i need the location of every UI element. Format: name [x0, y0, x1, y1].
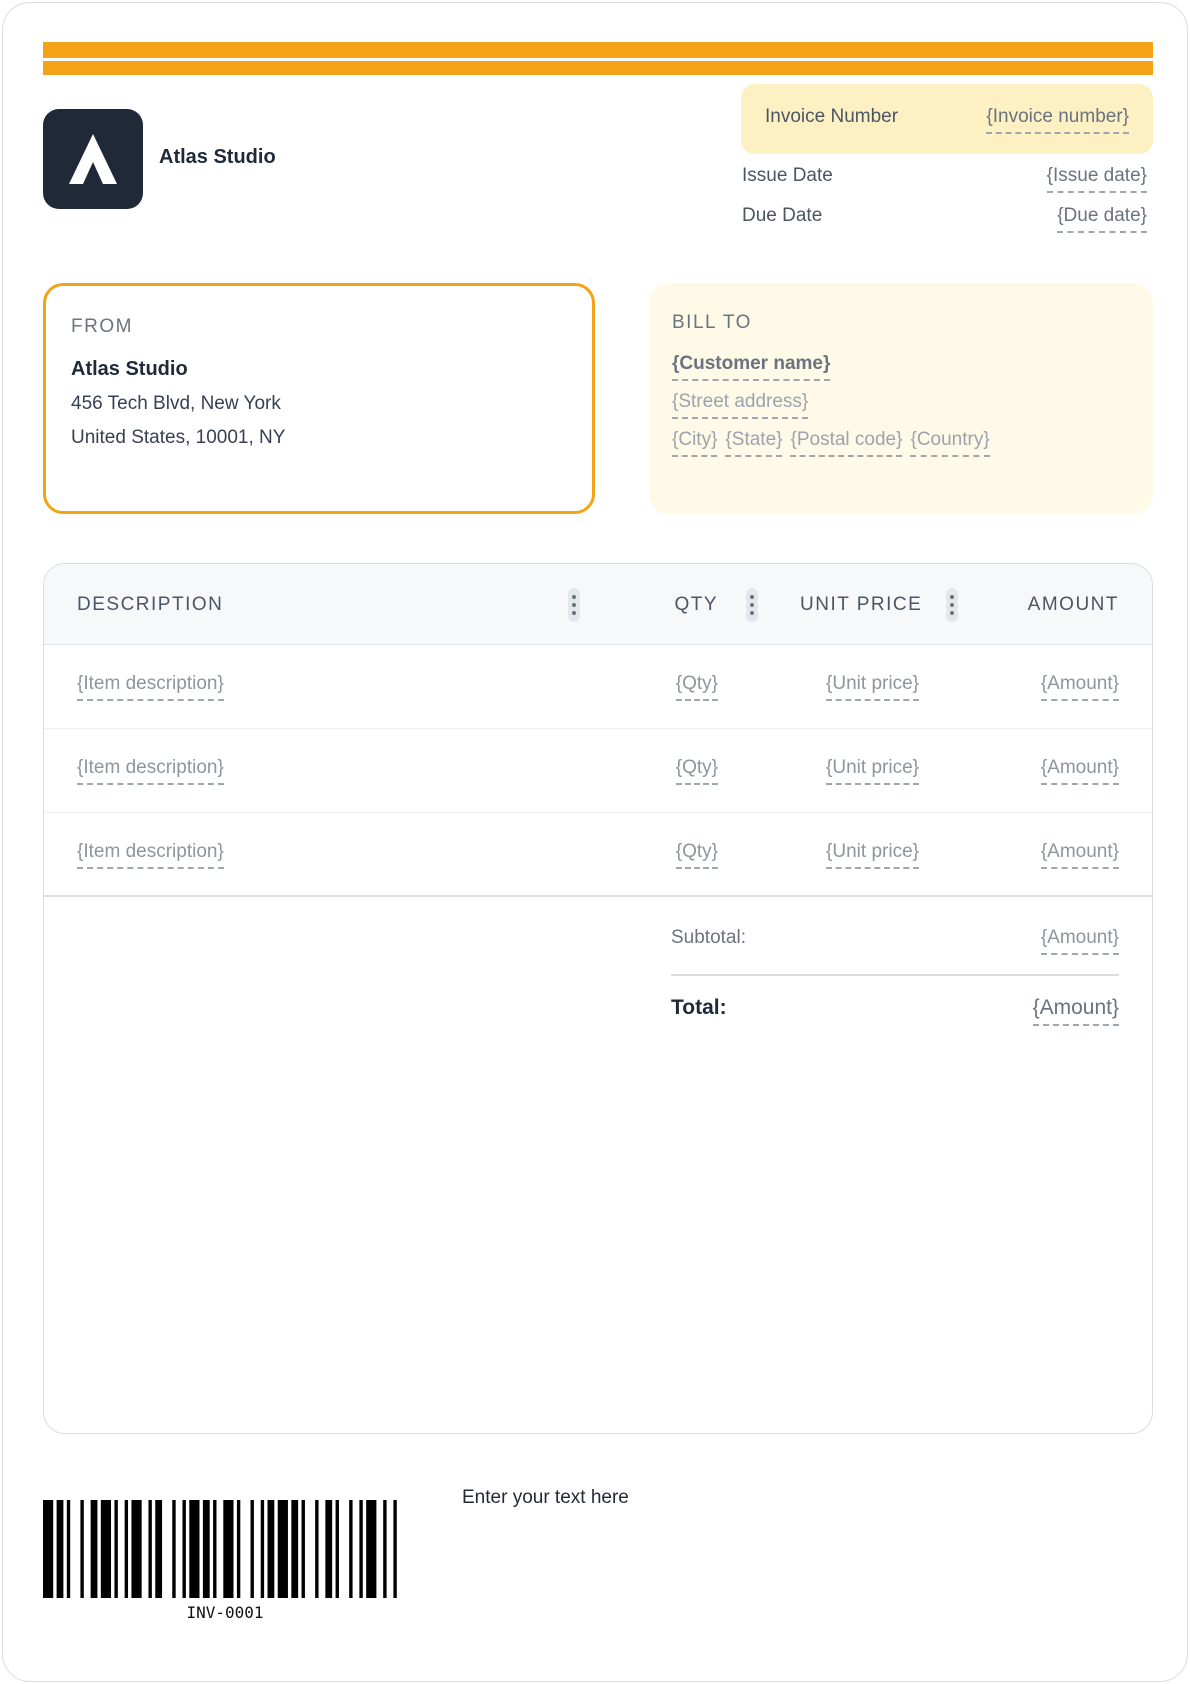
barcode-bar: [124, 1500, 129, 1598]
item-qty-field[interactable]: {Qty}: [675, 841, 718, 869]
barcode-bar: [43, 1500, 54, 1598]
item-amount-field[interactable]: {Amount}: [1040, 673, 1119, 701]
customer-name-field[interactable]: {Customer name}: [672, 353, 831, 381]
barcode-bar: [155, 1500, 163, 1598]
barcode-bar: [250, 1500, 254, 1598]
barcode-bar: [100, 1500, 112, 1598]
header-stripe-bottom: [43, 61, 1153, 75]
column-menu-icon[interactable]: [568, 588, 580, 622]
barcode-bar: [277, 1500, 288, 1598]
table-row: {Item description} {Qty} {Unit price} {A…: [44, 645, 1152, 729]
barcode-bar: [114, 1500, 118, 1598]
from-title: FROM: [71, 316, 133, 337]
barcode-bar: [349, 1500, 353, 1598]
city-field[interactable]: {City}: [672, 429, 718, 457]
header-unit-price: UNIT PRICE: [800, 594, 923, 615]
total-field[interactable]: {Amount}: [1032, 996, 1119, 1026]
items-table: DESCRIPTION QTY UNIT PRICE AMOUNT {Item …: [43, 563, 1153, 1434]
from-address-line2: United States, 10001, NY: [71, 427, 286, 448]
street-address-field[interactable]: {Street address}: [672, 391, 809, 419]
header-qty: QTY: [674, 594, 718, 615]
footer-note[interactable]: Enter your text here: [462, 1487, 629, 1509]
invoice-number-label: Invoice Number: [765, 106, 899, 127]
due-date-label: Due Date: [742, 205, 823, 226]
barcode-bar: [213, 1500, 217, 1598]
table-row: {Item description} {Qty} {Unit price} {A…: [44, 729, 1152, 813]
bill-to-title: BILL TO: [672, 312, 752, 333]
header-stripe-top: [43, 42, 1153, 58]
item-unit-price-field[interactable]: {Unit price}: [826, 673, 919, 701]
item-unit-price-field[interactable]: {Unit price}: [826, 841, 919, 869]
barcode-bar: [335, 1500, 339, 1598]
barcode-bar: [189, 1500, 200, 1598]
barcode-bar: [80, 1500, 84, 1598]
column-menu-icon[interactable]: [946, 588, 958, 622]
item-description-field[interactable]: {Item description}: [77, 673, 224, 701]
barcode-bar: [301, 1500, 305, 1598]
header-amount: AMOUNT: [1027, 594, 1119, 615]
barcode-bar: [90, 1500, 98, 1598]
barcode-bar: [202, 1500, 210, 1598]
city-line: {City} {State} {Postal code} {Country}: [672, 429, 990, 457]
item-unit-price-field[interactable]: {Unit price}: [826, 757, 919, 785]
country-field[interactable]: {Country}: [910, 429, 990, 457]
postal-code-field[interactable]: {Postal code}: [790, 429, 903, 457]
barcode-bar: [325, 1500, 333, 1598]
item-description-field[interactable]: {Item description}: [77, 841, 224, 869]
barcode-bar: [56, 1500, 64, 1598]
item-amount-field[interactable]: {Amount}: [1040, 757, 1119, 785]
invoice-page: Atlas Studio Invoice Number {Invoice num…: [2, 2, 1188, 1682]
barcode-bar: [182, 1500, 186, 1598]
barcode-bar: [366, 1500, 377, 1598]
table-row: {Item description} {Qty} {Unit price} {A…: [44, 813, 1152, 897]
totals-divider: [671, 974, 1119, 976]
column-menu-icon[interactable]: [746, 588, 758, 622]
from-address-line1: 456 Tech Blvd, New York: [71, 393, 281, 414]
barcode-image: [43, 1500, 397, 1598]
barcode-bar: [383, 1500, 387, 1598]
issue-date-field[interactable]: {Issue date}: [1046, 165, 1147, 193]
item-amount-field[interactable]: {Amount}: [1040, 841, 1119, 869]
barcode-bar: [148, 1500, 152, 1598]
subtotal-field[interactable]: {Amount}: [1040, 927, 1119, 955]
from-section: FROM Atlas Studio 456 Tech Blvd, New Yor…: [43, 283, 595, 514]
barcode-text: INV-0001: [186, 1603, 264, 1622]
barcode-bar: [315, 1500, 319, 1598]
state-field[interactable]: {State}: [725, 429, 783, 457]
due-date-field[interactable]: {Due date}: [1057, 205, 1147, 233]
barcode-bar: [393, 1500, 397, 1598]
brand-name: Atlas Studio: [159, 146, 276, 168]
barcode-bar: [359, 1500, 363, 1598]
bill-to-section: BILL TO {Customer name} {Street address}…: [649, 283, 1153, 514]
barcode-bar: [66, 1500, 71, 1598]
invoice-number-field[interactable]: {Invoice number}: [986, 106, 1129, 134]
barcode-bar: [267, 1500, 275, 1598]
atlas-a-logo-icon: [43, 109, 143, 209]
issue-date-label: Issue Date: [742, 165, 833, 186]
barcode-bar: [291, 1500, 299, 1598]
invoice-number-box: Invoice Number {Invoice number}: [741, 84, 1153, 154]
barcode-bar: [236, 1500, 241, 1598]
barcode-bar: [223, 1500, 234, 1598]
from-company-name: Atlas Studio: [71, 358, 188, 380]
item-qty-field[interactable]: {Qty}: [675, 757, 718, 785]
barcode-bar: [260, 1500, 265, 1598]
subtotal-label: Subtotal:: [671, 927, 746, 948]
barcode-bar: [172, 1500, 176, 1598]
header-description: DESCRIPTION: [77, 594, 224, 615]
total-label: Total:: [671, 996, 727, 1019]
barcode-bar: [131, 1500, 142, 1598]
item-qty-field[interactable]: {Qty}: [675, 673, 718, 701]
table-header: DESCRIPTION QTY UNIT PRICE AMOUNT: [44, 564, 1152, 645]
item-description-field[interactable]: {Item description}: [77, 757, 224, 785]
